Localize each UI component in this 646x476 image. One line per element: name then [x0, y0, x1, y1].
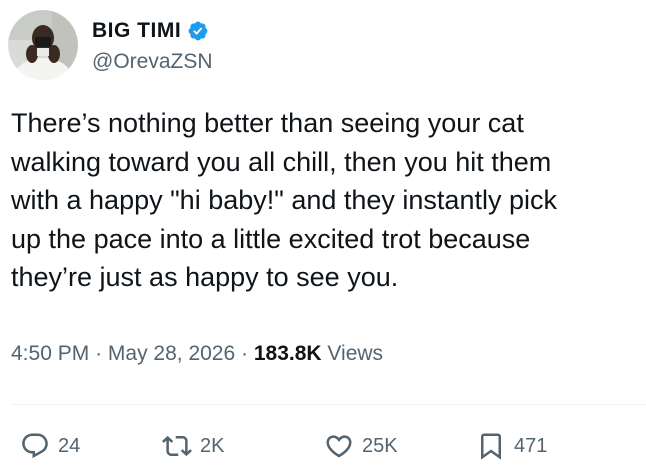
meta-separator: ·	[241, 342, 249, 365]
verified-badge-icon[interactable]	[187, 20, 209, 42]
display-name-row: BIG TIMI	[92, 16, 213, 46]
tweet-header: BIG TIMI @OrevaZSN	[8, 8, 213, 82]
display-name[interactable]: BIG TIMI	[92, 19, 181, 43]
avatar-image	[8, 10, 78, 80]
like-button[interactable]: 25K	[324, 426, 398, 466]
views-label: Views	[327, 342, 384, 365]
tweet-time[interactable]: 4:50 PM	[11, 342, 89, 365]
bookmark-icon	[476, 431, 506, 461]
repost-icon	[162, 431, 192, 461]
tweet-date[interactable]: May 28, 2026	[108, 342, 235, 365]
tweet-card: BIG TIMI @OrevaZSN There’s nothing bette…	[0, 0, 646, 476]
like-count: 25K	[362, 434, 398, 457]
tweet-text: There’s nothing better than seeing your …	[11, 108, 557, 292]
meta-separator: ·	[95, 342, 103, 365]
author-names: BIG TIMI @OrevaZSN	[92, 16, 213, 74]
repost-button[interactable]: 2K	[162, 426, 224, 466]
bookmark-button[interactable]: 471	[476, 426, 547, 466]
views-count: 183.8K	[253, 342, 322, 365]
bookmark-count: 471	[514, 434, 548, 457]
tweet-meta: 4:50 PM · May 28, 2026 · 183.8K Views	[11, 342, 383, 366]
divider	[11, 404, 646, 405]
like-icon	[324, 431, 354, 461]
reply-button[interactable]: 24	[20, 426, 80, 466]
avatar[interactable]	[8, 10, 78, 80]
reply-count: 24	[58, 434, 81, 457]
reply-icon	[20, 431, 50, 461]
author-handle[interactable]: @OrevaZSN	[92, 50, 213, 74]
repost-count: 2K	[200, 434, 225, 457]
